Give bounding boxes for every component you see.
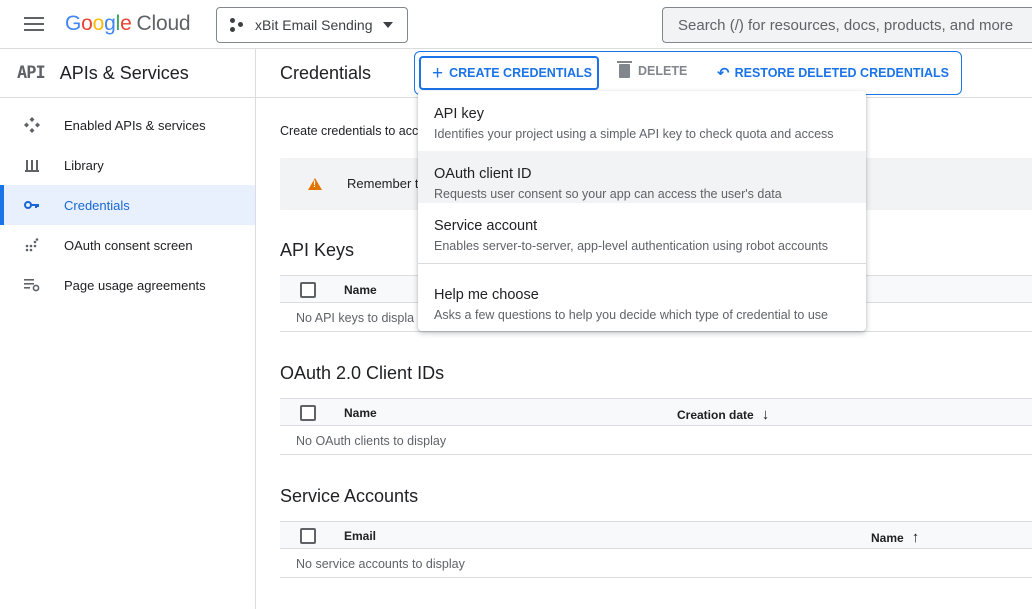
menu-item-service-account[interactable]: Service account Enables server-to-server…: [418, 203, 866, 255]
intro-text: Create credentials to acc: [280, 124, 419, 138]
google-cloud-logo[interactable]: Google Cloud: [65, 12, 191, 36]
menu-item-help-me-choose[interactable]: Help me choose Asks a few questions to h…: [418, 272, 866, 324]
select-all-checkbox[interactable]: [300, 528, 316, 544]
empty-message: No OAuth clients to display: [296, 434, 447, 448]
create-credentials-button[interactable]: + CREATE CREDENTIALS: [419, 56, 599, 90]
sidebar-item-label: Page usage agreements: [64, 277, 206, 293]
consent-icon: [23, 236, 41, 254]
top-bar: Google Cloud xBit Email Sending: [0, 0, 1032, 49]
sidebar-item-library[interactable]: Library: [0, 145, 255, 185]
create-credentials-menu: API key Identifies your project using a …: [418, 91, 866, 331]
project-picker[interactable]: xBit Email Sending: [216, 7, 408, 43]
sidebar-header: API APIs & Services: [0, 49, 255, 98]
sidebar-item-label: OAuth consent screen: [64, 237, 193, 253]
column-creation-date[interactable]: Creation date ↓: [677, 406, 769, 423]
settings-list-icon: [23, 276, 41, 294]
menu-item-title: Service account: [434, 218, 538, 234]
delete-button[interactable]: DELETE: [617, 61, 688, 78]
menu-item-desc: Asks a few questions to help you decide …: [434, 308, 828, 322]
apis-icon: [23, 116, 41, 134]
key-icon: [23, 196, 41, 214]
arrow-down-icon: ↓: [761, 406, 770, 423]
sidebar-item-enabled-apis[interactable]: Enabled APIs & services: [0, 105, 255, 145]
sidebar: API APIs & Services Enabled APIs & servi…: [0, 49, 256, 609]
menu-item-desc: Identifies your project using a simple A…: [434, 127, 834, 141]
restore-deleted-button[interactable]: ↶ RESTORE DELETED CREDENTIALS: [717, 64, 949, 82]
sidebar-item-credentials[interactable]: Credentials: [0, 185, 255, 225]
menu-item-title: OAuth client ID: [434, 166, 532, 182]
api-keys-title: API Keys: [280, 240, 355, 260]
api-logo-icon: API: [17, 63, 46, 83]
hamburger-menu-icon[interactable]: [24, 17, 44, 33]
arrow-up-icon: ↑: [911, 529, 920, 546]
delete-label: DELETE: [638, 64, 688, 78]
column-email[interactable]: Email: [344, 529, 376, 543]
select-all-checkbox[interactable]: [300, 282, 316, 298]
menu-item-desc: Requests user consent so your app can ac…: [434, 187, 782, 201]
warning-icon: [308, 178, 322, 190]
undo-icon: ↶: [717, 65, 730, 82]
menu-item-title: API key: [434, 106, 484, 122]
plus-icon: +: [432, 62, 444, 84]
sidebar-item-label: Library: [64, 157, 104, 173]
banner-text: Remember t: [347, 176, 419, 191]
create-credentials-label: CREATE CREDENTIALS: [449, 66, 592, 80]
table-header: Email Name ↑: [280, 521, 1032, 549]
page-title: Credentials: [280, 63, 372, 83]
oauth-table: Name Creation date ↓ No OAuth clients to …: [280, 398, 1032, 455]
sidebar-nav: Enabled APIs & services Library Credenti…: [0, 105, 255, 305]
menu-item-desc: Enables server-to-server, app-level auth…: [434, 239, 828, 253]
menu-item-title: Help me choose: [434, 287, 539, 303]
action-bar: + CREATE CREDENTIALS DELETE ↶ RESTORE DE…: [414, 51, 962, 95]
menu-item-oauth-client-id[interactable]: OAuth client ID Requests user consent so…: [418, 151, 866, 203]
project-name: xBit Email Sending: [255, 17, 373, 33]
trash-icon: [617, 61, 632, 78]
search-input[interactable]: [662, 7, 1032, 43]
library-icon: [23, 156, 41, 174]
menu-divider: [418, 263, 866, 264]
chevron-down-icon: [383, 22, 393, 28]
sidebar-item-label: Credentials: [64, 197, 130, 213]
oauth-title: OAuth 2.0 Client IDs: [280, 363, 445, 383]
sidebar-title: APIs & Services: [59, 62, 189, 83]
service-accounts-title: Service Accounts: [280, 486, 419, 506]
sidebar-item-label: Enabled APIs & services: [64, 117, 206, 133]
empty-message: No API keys to displa: [296, 311, 415, 325]
sidebar-item-oauth-consent[interactable]: OAuth consent screen: [0, 225, 255, 265]
empty-row: No OAuth clients to display: [280, 426, 1032, 455]
restore-label: RESTORE DELETED CREDENTIALS: [734, 66, 949, 80]
service-accounts-table: Email Name ↑ No service accounts to displ…: [280, 521, 1032, 578]
column-name[interactable]: Name: [344, 406, 377, 420]
menu-item-api-key[interactable]: API key Identifies your project using a …: [418, 91, 866, 143]
empty-message: No service accounts to display: [296, 557, 465, 571]
project-hub-icon: [230, 18, 244, 32]
sidebar-item-page-usage[interactable]: Page usage agreements: [0, 265, 255, 305]
empty-row: No service accounts to display: [280, 549, 1032, 578]
column-name[interactable]: Name ↑: [871, 529, 919, 546]
table-header: Name Creation date ↓: [280, 398, 1032, 426]
select-all-checkbox[interactable]: [300, 405, 316, 421]
column-name[interactable]: Name: [344, 283, 377, 297]
